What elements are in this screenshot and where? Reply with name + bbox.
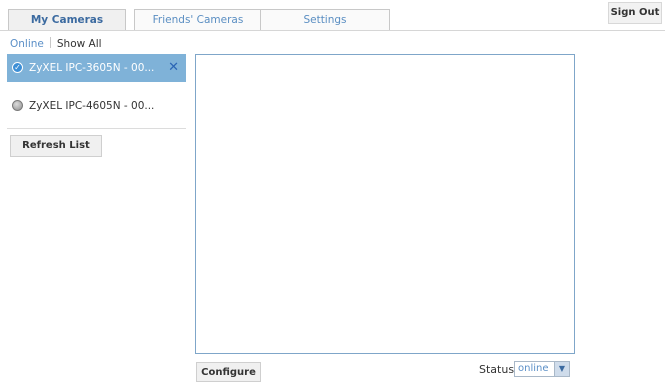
refresh-list-button[interactable]: Refresh List <box>10 135 102 157</box>
camera-name: ZyXEL IPC-4605N - 00... <box>29 100 155 112</box>
camera-filter: Online Show All <box>10 36 102 52</box>
chevron-down-icon[interactable]: ▼ <box>554 362 569 376</box>
filter-online-link[interactable]: Online <box>10 38 44 50</box>
camera-list-item[interactable]: ZyXEL IPC-4605N - 00... <box>7 92 186 120</box>
camera-list-divider <box>7 128 186 129</box>
camera-name: ZyXEL IPC-3605N - 00... <box>29 62 155 74</box>
tab-friends-cameras[interactable]: Friends' Cameras <box>134 9 262 30</box>
configure-button[interactable]: Configure <box>196 362 261 382</box>
tab-settings[interactable]: Settings <box>260 9 390 30</box>
close-icon[interactable]: ✕ <box>168 54 179 82</box>
camera-list-item-selected[interactable]: ✓ ZyXEL IPC-3605N - 00... ✕ <box>7 54 186 82</box>
status-dropdown[interactable]: online ▼ <box>514 361 570 377</box>
status-label: Status <box>479 363 515 376</box>
filter-separator <box>49 37 51 48</box>
sign-out-button[interactable]: Sign Out <box>608 2 662 24</box>
camera-viewer[interactable] <box>195 54 575 354</box>
status-dropdown-value: online <box>518 363 549 374</box>
online-status-icon: ✓ <box>12 62 23 73</box>
tab-my-cameras[interactable]: My Cameras <box>8 9 126 31</box>
offline-status-icon <box>12 100 23 111</box>
tab-bar-divider <box>0 30 665 31</box>
filter-show-all-link[interactable]: Show All <box>57 38 102 50</box>
